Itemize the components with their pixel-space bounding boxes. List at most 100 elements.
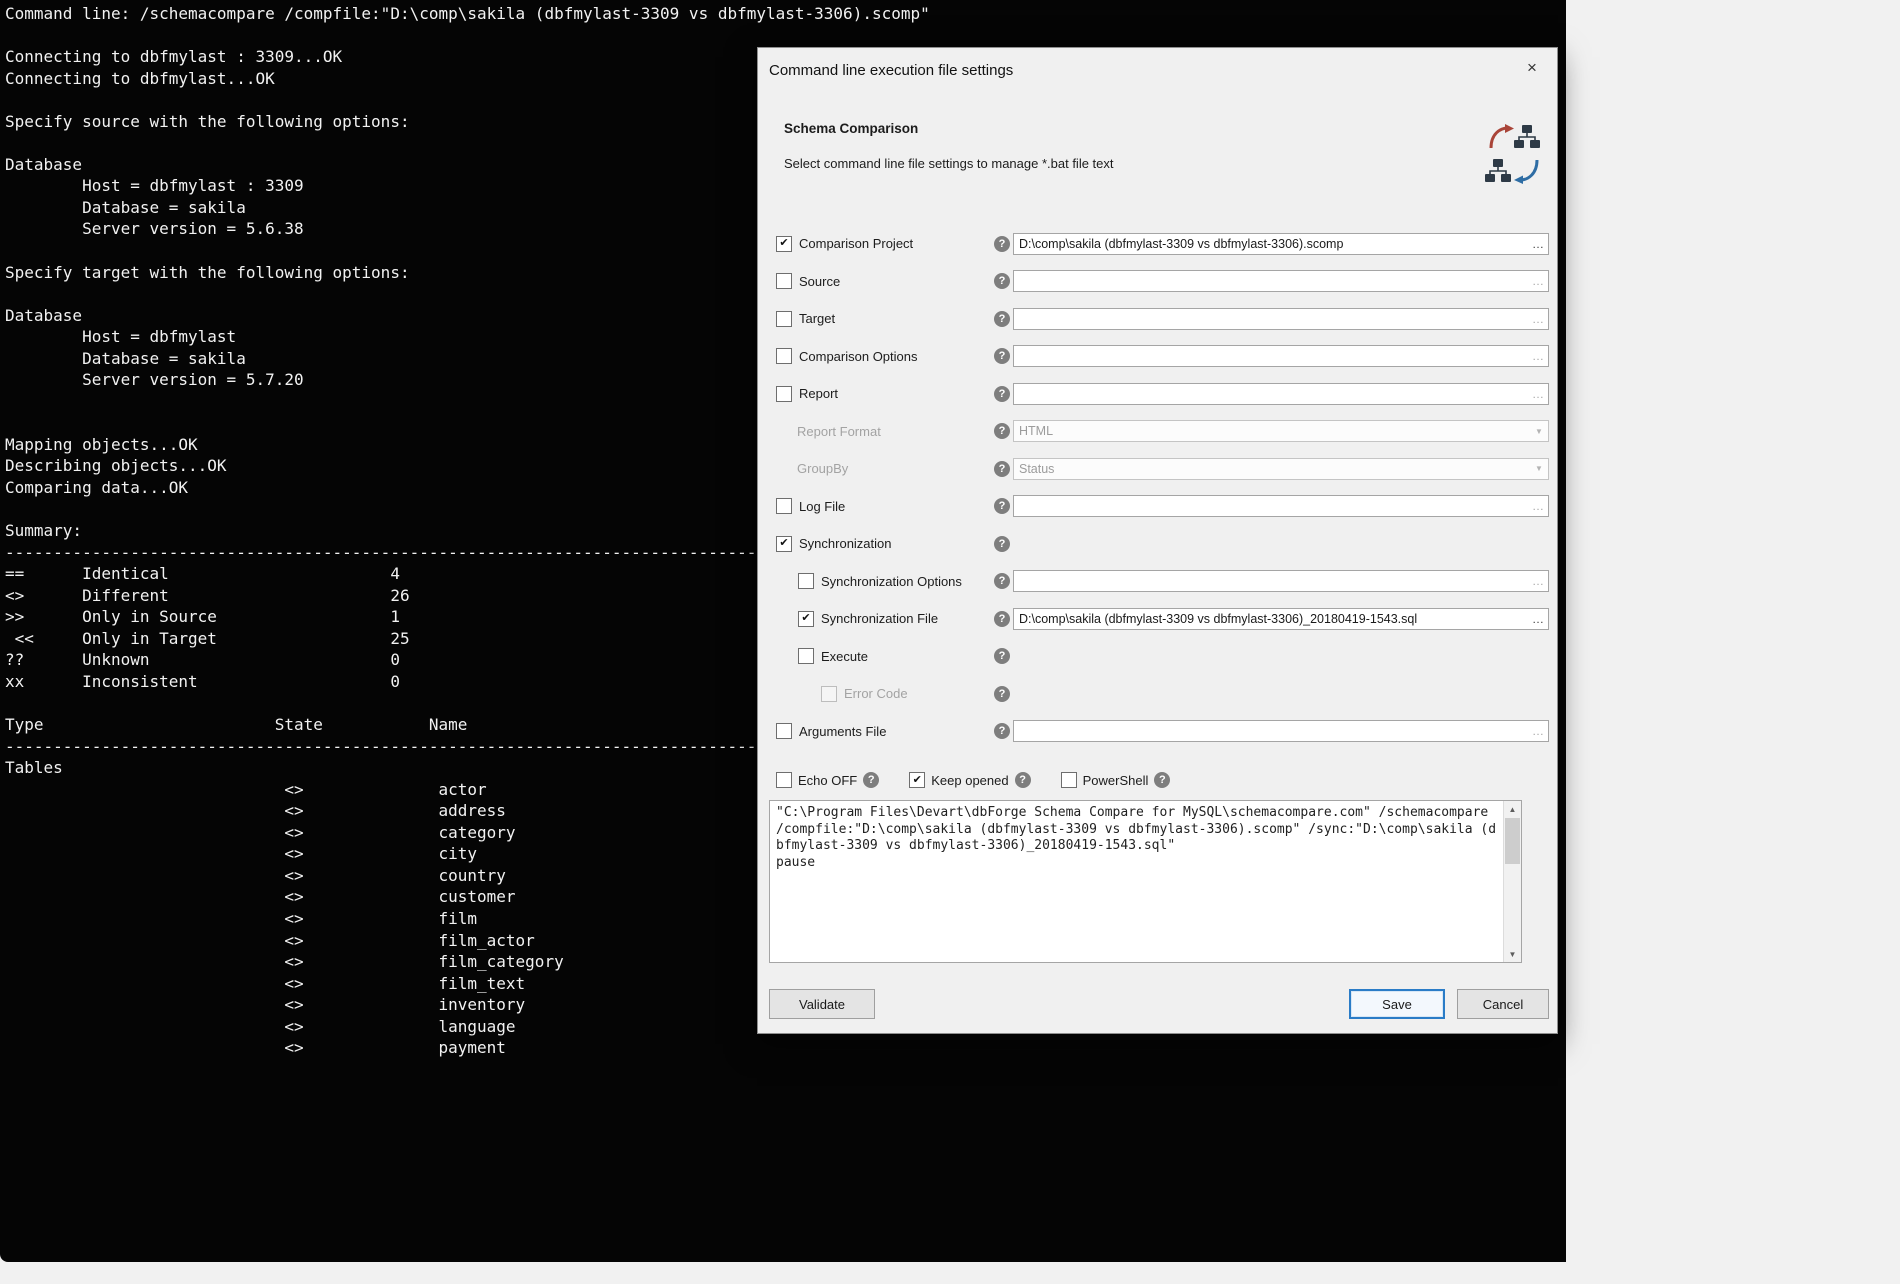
synchronization-options-label: Synchronization Options [821, 574, 962, 589]
row-error-code: Error Code ? [776, 675, 1549, 713]
echo-off-option: Echo OFF ? [776, 772, 879, 788]
synchronization-file-value: D:\comp\sakila (dbfmylast-3309 vs dbfmyl… [1014, 612, 1528, 626]
keep-opened-label: Keep opened [931, 773, 1008, 788]
help-icon[interactable]: ? [994, 498, 1010, 514]
row-comparison-project: ✔ Comparison Project ? D:\comp\sakila (d… [776, 225, 1549, 263]
scroll-up-icon[interactable]: ▲ [1504, 801, 1521, 817]
schema-sync-icon [1485, 124, 1543, 189]
synchronization-file-field[interactable]: D:\comp\sakila (dbfmylast-3309 vs dbfmyl… [1013, 608, 1549, 630]
synchronization-label: Synchronization [799, 536, 892, 551]
keep-opened-checkbox[interactable]: ✔ [909, 772, 925, 788]
browse-button[interactable]: … [1528, 237, 1548, 251]
row-arguments-file: Arguments File ? … [776, 713, 1549, 751]
synchronization-checkbox[interactable]: ✔ [776, 536, 792, 552]
browse-button[interactable]: … [1528, 387, 1548, 401]
target-label: Target [799, 311, 835, 326]
scrollbar-thumb[interactable] [1505, 818, 1520, 864]
comparison-options-field[interactable]: … [1013, 345, 1549, 367]
help-icon[interactable]: ? [994, 348, 1010, 364]
browse-button[interactable]: … [1528, 312, 1548, 326]
help-icon[interactable]: ? [994, 536, 1010, 552]
help-icon[interactable]: ? [1015, 772, 1031, 788]
report-checkbox[interactable] [776, 386, 792, 402]
log-file-field[interactable]: … [1013, 495, 1549, 517]
row-synchronization-options: Synchronization Options ? … [776, 563, 1549, 601]
keep-opened-option: ✔ Keep opened ? [909, 772, 1030, 788]
source-field[interactable]: … [1013, 270, 1549, 292]
chevron-down-icon[interactable]: ▼ [1530, 464, 1548, 473]
row-source: Source ? … [776, 263, 1549, 301]
chevron-down-icon[interactable]: ▼ [1530, 427, 1548, 436]
comparison-project-field[interactable]: D:\comp\sakila (dbfmylast-3309 vs dbfmyl… [1013, 233, 1549, 255]
row-comparison-options: Comparison Options ? … [776, 338, 1549, 376]
help-icon[interactable]: ? [994, 648, 1010, 664]
echo-off-checkbox[interactable] [776, 772, 792, 788]
cancel-button[interactable]: Cancel [1457, 989, 1549, 1019]
groupby-label: GroupBy [797, 461, 848, 476]
help-icon[interactable]: ? [994, 573, 1010, 589]
log-file-checkbox[interactable] [776, 498, 792, 514]
report-format-dropdown[interactable]: HTML ▼ [1013, 420, 1549, 442]
comparison-project-label: Comparison Project [799, 236, 913, 251]
arguments-file-label: Arguments File [799, 724, 886, 739]
groupby-value: Status [1014, 462, 1530, 476]
help-icon[interactable]: ? [994, 686, 1010, 702]
synchronization-file-label: Synchronization File [821, 611, 938, 626]
comparison-options-checkbox[interactable] [776, 348, 792, 364]
browse-button[interactable]: … [1528, 612, 1548, 626]
target-checkbox[interactable] [776, 311, 792, 327]
report-field[interactable]: … [1013, 383, 1549, 405]
comparison-options-label: Comparison Options [799, 349, 918, 364]
help-icon[interactable]: ? [994, 386, 1010, 402]
groupby-dropdown[interactable]: Status ▼ [1013, 458, 1549, 480]
browse-button[interactable]: … [1528, 349, 1548, 363]
help-icon[interactable]: ? [994, 611, 1010, 627]
browse-button[interactable]: … [1528, 499, 1548, 513]
close-icon[interactable]: × [1521, 57, 1543, 79]
synchronization-options-field[interactable]: … [1013, 570, 1549, 592]
scroll-down-icon[interactable]: ▼ [1504, 946, 1521, 962]
echo-off-label: Echo OFF [798, 773, 857, 788]
execute-checkbox[interactable] [798, 648, 814, 664]
powershell-checkbox[interactable] [1061, 772, 1077, 788]
source-label: Source [799, 274, 840, 289]
report-format-label: Report Format [797, 424, 881, 439]
help-icon[interactable]: ? [994, 311, 1010, 327]
bat-options: Echo OFF ? ✔ Keep opened ? PowerShell ? [776, 772, 1170, 788]
browse-button[interactable]: … [1528, 724, 1548, 738]
save-button[interactable]: Save [1349, 989, 1445, 1019]
browse-button[interactable]: … [1528, 274, 1548, 288]
row-groupby: GroupBy ? Status ▼ [776, 450, 1549, 488]
source-checkbox[interactable] [776, 273, 792, 289]
validate-button[interactable]: Validate [769, 989, 875, 1019]
scrollbar[interactable]: ▲ ▼ [1503, 801, 1521, 962]
log-file-label: Log File [799, 499, 845, 514]
section-subtitle: Select command line file settings to man… [784, 156, 1114, 171]
help-icon[interactable]: ? [1154, 772, 1170, 788]
browse-button[interactable]: … [1528, 574, 1548, 588]
comparison-project-value: D:\comp\sakila (dbfmylast-3309 vs dbfmyl… [1014, 237, 1528, 251]
synchronization-options-checkbox[interactable] [798, 573, 814, 589]
help-icon[interactable]: ? [994, 236, 1010, 252]
help-icon[interactable]: ? [994, 723, 1010, 739]
error-code-checkbox[interactable] [821, 686, 837, 702]
arguments-file-field[interactable]: … [1013, 720, 1549, 742]
help-icon[interactable]: ? [863, 772, 879, 788]
synchronization-file-checkbox[interactable]: ✔ [798, 611, 814, 627]
arguments-file-checkbox[interactable] [776, 723, 792, 739]
target-field[interactable]: … [1013, 308, 1549, 330]
dialog-title: Command line execution file settings [769, 62, 1013, 79]
help-icon[interactable]: ? [994, 461, 1010, 477]
help-icon[interactable]: ? [994, 423, 1010, 439]
section-title: Schema Comparison [784, 121, 918, 136]
help-icon[interactable]: ? [994, 273, 1010, 289]
error-code-label: Error Code [844, 686, 908, 701]
row-synchronization: ✔ Synchronization ? [776, 525, 1549, 563]
execute-label: Execute [821, 649, 868, 664]
bat-text[interactable]: "C:\Program Files\Devart\dbForge Schema … [770, 801, 1503, 962]
report-label: Report [799, 386, 838, 401]
settings-form: ✔ Comparison Project ? D:\comp\sakila (d… [776, 225, 1549, 750]
comparison-project-checkbox[interactable]: ✔ [776, 236, 792, 252]
bat-text-editor[interactable]: "C:\Program Files\Devart\dbForge Schema … [769, 800, 1522, 963]
row-log-file: Log File ? … [776, 488, 1549, 526]
